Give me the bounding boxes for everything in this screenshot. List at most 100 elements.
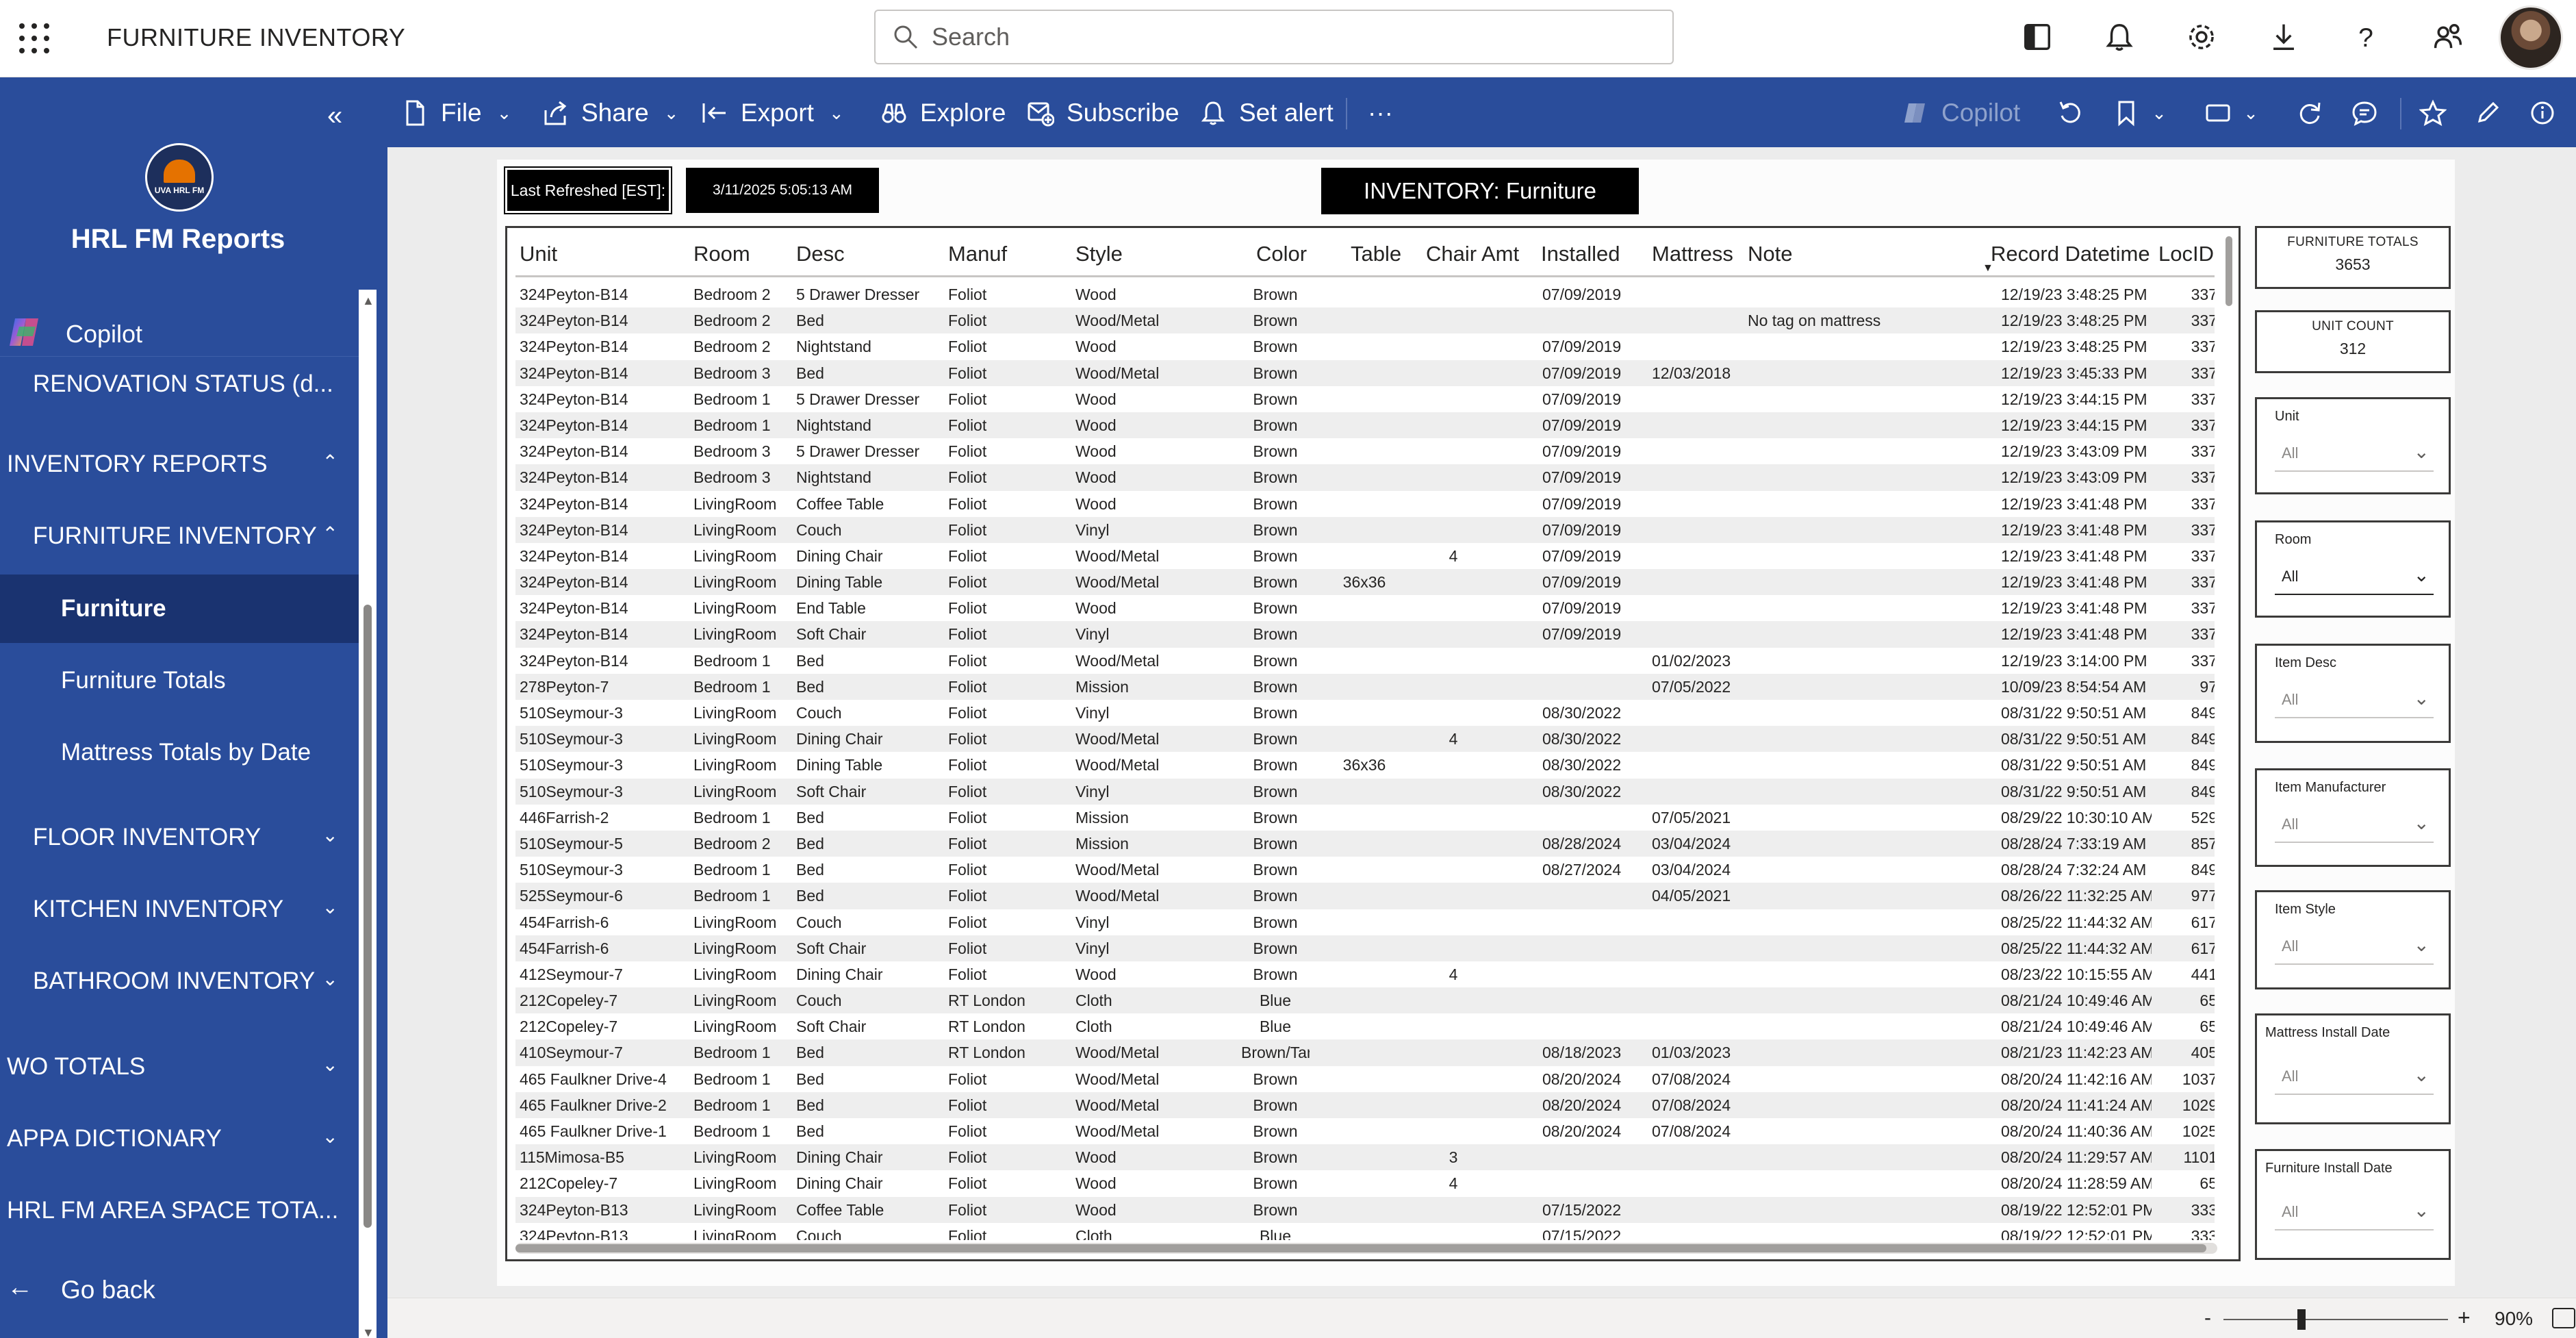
column-header[interactable]: Table [1351,242,1401,266]
zoom-slider[interactable] [2223,1319,2448,1320]
view-icon[interactable] [2203,98,2233,128]
item-desc-dropdown[interactable]: All ⌄ [2275,681,2434,718]
unit-slicer[interactable]: Unit All ⌄ [2255,397,2451,494]
column-header[interactable]: Room [693,242,750,266]
table-row[interactable]: 324Peyton-B14 LivingRoom Dining Table Folio… [515,569,2215,596]
search-input[interactable] [932,12,1657,62]
gear-icon[interactable] [2184,19,2219,55]
unit-dropdown[interactable]: All ⌄ [2275,435,2434,472]
comment-icon[interactable] [2349,98,2380,128]
mattress-install-date-slicer[interactable]: Mattress Install Date All ⌄ [2255,1013,2451,1124]
column-header[interactable]: LocID [2158,242,2214,266]
collapse-nav-icon[interactable]: « [327,101,342,131]
subscribe-button[interactable]: Subscribe [1027,95,1179,131]
reset-icon[interactable] [2055,98,2085,128]
column-header[interactable]: Chair Amt [1426,242,1519,266]
download-icon[interactable] [2266,19,2301,55]
go-back-button[interactable]: ← Go back [0,1262,359,1317]
column-header[interactable]: Style [1075,242,1123,266]
table-row[interactable]: 412Seymour-7 LivingRoom Dining Chair Foliot… [515,961,2215,987]
chevron-down-icon[interactable]: ⌄ [375,25,392,49]
refresh-icon[interactable] [2295,98,2325,128]
furniture-install-date-slicer[interactable]: Furniture Install Date All ⌄ [2255,1149,2451,1260]
column-header[interactable]: Unit [520,242,557,266]
table-row[interactable]: 465 Faulkner Drive-2 Bedroom 1 Bed Foliot Wo… [515,1091,2215,1118]
table-row[interactable]: 324Peyton-B14 Bedroom 3 5 Drawer Dresser Fo… [515,438,2215,464]
table-row[interactable]: 454Farrish-6 LivingRoom Soft Chair Foliot Vi… [515,935,2215,961]
column-header[interactable]: Mattress [1652,242,1733,266]
table-row[interactable]: 324Peyton-B14 Bedroom 1 5 Drawer Dresser Fo… [515,386,2215,412]
sidebar-item-wo-totals[interactable]: WO TOTALS ⌄ [0,1033,359,1101]
sidebar-item-furniture-totals[interactable]: Furniture Totals [0,646,359,715]
table-row[interactable]: 410Seymour-7 Bedroom 1 Bed RT London Wood/Me… [515,1039,2215,1066]
table-row[interactable]: 324Peyton-B14 Bedroom 1 Nightstand Foliot Wo… [515,412,2215,439]
search-box[interactable] [874,10,1674,64]
scroll-down-icon[interactable]: ▼ [362,1326,374,1338]
table-row[interactable]: 454Farrish-6 LivingRoom Couch Foliot Vinyl Br… [515,909,2215,935]
mattress-install-date-dropdown[interactable]: All ⌄ [2275,1058,2434,1095]
chevron-down-icon[interactable]: ⌄ [2236,98,2266,128]
column-header[interactable]: Record Datetime [1991,242,2150,266]
set-alert-button[interactable]: Set alert [1199,95,1334,131]
table-row[interactable]: 446Farrish-2 Bedroom 1 Bed Foliot Mission Bro… [515,805,2215,831]
table-row[interactable]: 510Seymour-3 Bedroom 1 Bed Foliot Wood/Metal… [515,857,2215,883]
table-row[interactable]: 525Seymour-6 Bedroom 1 Bed Foliot Wood/Metal… [515,883,2215,909]
table-row[interactable]: 324Peyton-B14 LivingRoom Coffee Table Folio… [515,491,2215,517]
sidebar-item-inventory-reports[interactable]: INVENTORY REPORTS ⌃ [0,430,359,498]
table-row[interactable]: 510Seymour-3 LivingRoom Soft Chair Foliot Vi… [515,778,2215,805]
sidebar-item-floor-inventory[interactable]: FLOOR INVENTORY ⌄ [0,803,359,872]
edit-icon[interactable] [2473,98,2503,128]
table-row[interactable]: 465 Faulkner Drive-4 Bedroom 1 Bed Foliot Wo… [515,1066,2215,1092]
file-menu-button[interactable]: File ⌄ [401,95,511,131]
table-row[interactable]: 324Peyton-B14 Bedroom 2 5 Drawer Dresser Fo… [515,281,2215,307]
table-row[interactable]: 324Peyton-B14 Bedroom 1 Bed Foliot Wood/Meta… [515,648,2215,674]
table-row[interactable]: 324Peyton-B13 LivingRoom Couch Foliot Cloth B… [515,1223,2215,1240]
furniture-install-date-dropdown[interactable]: All ⌄ [2275,1194,2434,1230]
chevron-down-icon[interactable]: ⌄ [2144,98,2174,128]
explore-button[interactable]: Explore [880,95,1006,131]
column-header[interactable]: Desc [796,242,845,266]
scroll-up-icon[interactable]: ▲ [362,294,374,308]
share-people-icon[interactable] [2430,19,2466,55]
sidebar-item-mattress-totals[interactable]: Mattress Totals by Date [0,718,359,787]
sidebar-scrollbar[interactable]: ▲ ▼ [359,290,377,1338]
item-desc-slicer[interactable]: Item Desc All ⌄ [2255,644,2451,743]
help-icon[interactable]: ? [2348,19,2384,55]
more-options-button[interactable]: ··· [1368,95,1393,131]
column-header[interactable]: Manuf [948,242,1007,266]
scrollbar-thumb[interactable] [2226,236,2232,306]
table-row[interactable]: 324Peyton-B14 LivingRoom Dining Chair Folio… [515,543,2215,569]
table-row[interactable]: 324Peyton-B14 Bedroom 3 Bed Foliot Wood/Meta… [515,359,2215,386]
table-row[interactable]: 324Peyton-B13 LivingRoom Coffee Table Folio… [515,1196,2215,1223]
panel-icon[interactable] [2019,19,2055,55]
table-row[interactable]: 324Peyton-B14 Bedroom 3 Nightstand Foliot Wo… [515,464,2215,491]
table-row[interactable]: 212Copeley-7 LivingRoom Soft Chair RT Londo… [515,1013,2215,1039]
table-row[interactable]: 465 Faulkner Drive-1 Bedroom 1 Bed Foliot Wo… [515,1118,2215,1144]
table-row[interactable]: 212Copeley-7 LivingRoom Dining Chair Foliot… [515,1170,2215,1196]
room-dropdown[interactable]: All ⌄ [2275,558,2434,595]
item-manufacturer-dropdown[interactable]: All ⌄ [2275,806,2434,843]
sidebar-item-area-space-totals[interactable]: HRL FM AREA SPACE TOTA... [0,1176,359,1245]
favorite-icon[interactable] [2418,98,2448,128]
zoom-slider-thumb[interactable] [2297,1309,2306,1330]
table-row[interactable]: 324Peyton-B14 LivingRoom End Table Foliot Wo… [515,595,2215,621]
sidebar-item-furniture-inventory[interactable]: FURNITURE INVENTORY ⌃ [0,502,359,570]
scrollbar-thumb[interactable] [364,605,372,1228]
table-row[interactable]: 278Peyton-7 Bedroom 1 Bed Foliot Mission Brow… [515,673,2215,700]
sidebar-item-appa-dictionary[interactable]: APPA DICTIONARY ⌄ [0,1105,359,1173]
info-icon[interactable] [2527,98,2558,128]
table-row[interactable]: 510Seymour-3 LivingRoom Couch Foliot Vinyl Br… [515,700,2215,726]
avatar[interactable] [2499,5,2563,70]
item-style-dropdown[interactable]: All ⌄ [2275,928,2434,965]
fit-to-page-icon[interactable] [2552,1308,2575,1328]
room-slicer[interactable]: Room All ⌄ [2255,520,2451,618]
share-menu-button[interactable]: Share ⌄ [541,95,679,131]
table-row[interactable]: 212Copeley-7 LivingRoom Couch RT London Clot… [515,987,2215,1014]
table-row[interactable]: 115Mimosa-B5 LivingRoom Dining Chair Foliot… [515,1144,2215,1171]
sort-descending-icon[interactable]: ▼ [1982,262,1993,275]
sidebar-item-furniture[interactable]: Furniture [0,575,359,643]
inventory-table[interactable]: Unit Room Desc Manuf Style Color Table Chair Am… [505,226,2241,1261]
sidebar-item-kitchen-inventory[interactable]: KITCHEN INVENTORY ⌄ [0,875,359,944]
table-row[interactable]: 510Seymour-3 LivingRoom Dining Chair Foliot… [515,726,2215,753]
zoom-out-button[interactable]: - [2204,1307,2211,1330]
